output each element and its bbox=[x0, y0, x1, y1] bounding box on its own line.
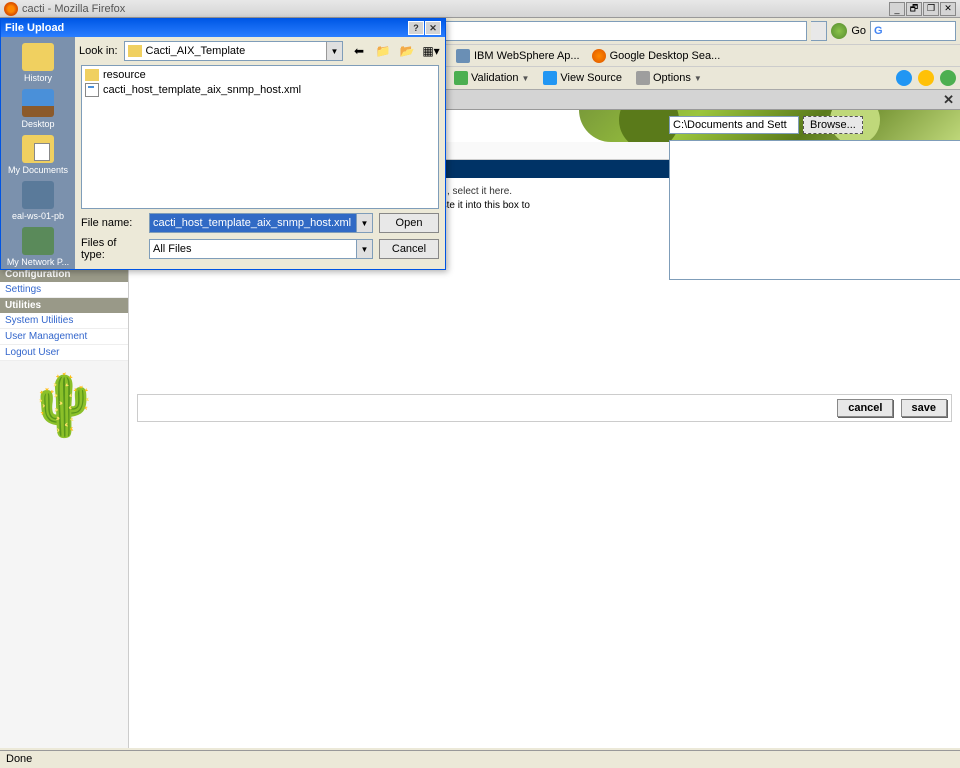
action-bar: cancel save bbox=[137, 394, 952, 422]
search-box[interactable]: G bbox=[870, 21, 956, 41]
toolbar-extension-2-icon[interactable] bbox=[918, 70, 934, 86]
validation-label: Validation bbox=[471, 72, 519, 84]
dropdown-icon: ▼ bbox=[522, 74, 530, 83]
place-documents-label: My Documents bbox=[1, 165, 75, 175]
import-textarea[interactable] bbox=[669, 140, 960, 280]
file-item-folder-resource[interactable]: resource bbox=[84, 68, 436, 82]
options-icon bbox=[636, 71, 650, 85]
folder-icon bbox=[128, 45, 142, 57]
bookmark-google-desktop-label: Google Desktop Sea... bbox=[610, 50, 721, 62]
maximize-button[interactable]: ❐ bbox=[923, 2, 939, 16]
nav-logout-user[interactable]: Logout User bbox=[0, 345, 128, 361]
history-icon bbox=[22, 43, 54, 71]
cancel-button[interactable]: cancel bbox=[837, 399, 893, 417]
xml-file-icon bbox=[85, 83, 99, 97]
filetype-dropdown-button[interactable]: ▼ bbox=[357, 239, 373, 259]
status-bar: Done bbox=[0, 750, 960, 768]
place-desktop[interactable]: Desktop bbox=[1, 87, 75, 131]
place-desktop-label: Desktop bbox=[1, 119, 75, 129]
back-button[interactable]: ⬅ bbox=[349, 41, 369, 61]
toolbar-extension-1-icon[interactable] bbox=[896, 70, 912, 86]
filetype-label: Files of type: bbox=[81, 237, 143, 261]
dialog-titlebar[interactable]: File Upload ? ✕ bbox=[1, 19, 445, 37]
lookin-label: Look in: bbox=[79, 45, 118, 57]
firefox-icon bbox=[4, 2, 18, 16]
window-titlebar: cacti - Mozilla Firefox _ 🗗 ❐ ✕ bbox=[0, 0, 960, 18]
documents-icon bbox=[22, 135, 54, 163]
view-source-icon bbox=[543, 71, 557, 85]
place-computer[interactable]: eal-ws-01-pb bbox=[1, 179, 75, 223]
nav-settings[interactable]: Settings bbox=[0, 282, 128, 298]
restore-button[interactable]: 🗗 bbox=[906, 2, 922, 16]
options-label: Options bbox=[653, 72, 691, 84]
place-computer-label: eal-ws-01-pb bbox=[1, 211, 75, 221]
places-bar: History Desktop My Documents eal-ws-01-p… bbox=[1, 37, 75, 269]
filetype-select[interactable] bbox=[149, 239, 357, 259]
file-list[interactable]: resource cacti_host_template_aix_snmp_ho… bbox=[81, 65, 439, 209]
options-menu[interactable]: Options ▼ bbox=[632, 69, 706, 87]
file-item-resource-label: resource bbox=[103, 69, 146, 81]
new-folder-button[interactable]: 📂 bbox=[397, 41, 417, 61]
file-item-xml[interactable]: cacti_host_template_aix_snmp_host.xml bbox=[84, 82, 436, 98]
filename-input[interactable] bbox=[149, 213, 357, 233]
place-network[interactable]: My Network P... bbox=[1, 225, 75, 269]
computer-icon bbox=[22, 181, 54, 209]
open-button[interactable]: Open bbox=[379, 213, 439, 233]
dialog-title: File Upload bbox=[5, 22, 64, 34]
desktop-icon bbox=[22, 89, 54, 117]
place-history[interactable]: History bbox=[1, 41, 75, 85]
lookin-folder-name: Cacti_AIX_Template bbox=[146, 45, 246, 57]
validation-menu[interactable]: Validation ▼ bbox=[450, 69, 533, 87]
cactus-icon: 🌵 bbox=[15, 376, 113, 436]
bookmark-websphere-label: IBM WebSphere Ap... bbox=[474, 50, 580, 62]
tab-close-button[interactable]: ✕ bbox=[943, 92, 954, 108]
dialog-help-button[interactable]: ? bbox=[408, 21, 424, 35]
view-menu-button[interactable]: ▦▾ bbox=[421, 41, 441, 61]
validation-icon bbox=[454, 71, 468, 85]
go-icon[interactable] bbox=[831, 23, 847, 39]
close-button[interactable]: ✕ bbox=[940, 2, 956, 16]
nav-user-management[interactable]: User Management bbox=[0, 329, 128, 345]
lookin-dropdown-icon[interactable]: ▼ bbox=[326, 42, 342, 60]
bookmark-google-desktop[interactable]: Google Desktop Sea... bbox=[592, 49, 721, 63]
websphere-icon bbox=[456, 49, 470, 63]
file-item-xml-label: cacti_host_template_aix_snmp_host.xml bbox=[103, 84, 301, 96]
dropdown-icon: ▼ bbox=[694, 74, 702, 83]
bookmark-websphere[interactable]: IBM WebSphere Ap... bbox=[456, 49, 580, 63]
view-source-label: View Source bbox=[560, 72, 622, 84]
nav-head-utilities: Utilities bbox=[0, 298, 128, 313]
browse-button[interactable]: Browse... bbox=[803, 116, 863, 134]
file-path-input[interactable] bbox=[669, 116, 799, 134]
place-history-label: History bbox=[1, 73, 75, 83]
save-button[interactable]: save bbox=[901, 399, 947, 417]
status-text: Done bbox=[6, 753, 32, 765]
dialog-close-button[interactable]: ✕ bbox=[425, 21, 441, 35]
toolbar-extension-3-icon[interactable] bbox=[940, 70, 956, 86]
minimize-button[interactable]: _ bbox=[889, 2, 905, 16]
nav-system-utilities[interactable]: System Utilities bbox=[0, 313, 128, 329]
filename-dropdown-button[interactable]: ▼ bbox=[357, 213, 373, 233]
lookin-select[interactable]: Cacti_AIX_Template ▼ bbox=[124, 41, 343, 61]
url-input[interactable] bbox=[424, 21, 807, 41]
folder-icon bbox=[85, 69, 99, 81]
google-desktop-icon bbox=[592, 49, 606, 63]
file-upload-dialog: File Upload ? ✕ History Desktop My Docum… bbox=[0, 18, 446, 270]
url-dropdown-button[interactable] bbox=[811, 21, 827, 41]
dialog-cancel-button[interactable]: Cancel bbox=[379, 239, 439, 259]
network-icon bbox=[22, 227, 54, 255]
up-folder-button[interactable]: 📁 bbox=[373, 41, 393, 61]
cactus-logo: 🌵 bbox=[0, 361, 128, 451]
place-network-label: My Network P... bbox=[1, 257, 75, 267]
go-label: Go bbox=[851, 25, 866, 37]
place-documents[interactable]: My Documents bbox=[1, 133, 75, 177]
filename-label: File name: bbox=[81, 217, 143, 229]
view-source-button[interactable]: View Source bbox=[539, 69, 626, 87]
window-title: cacti - Mozilla Firefox bbox=[22, 3, 889, 15]
